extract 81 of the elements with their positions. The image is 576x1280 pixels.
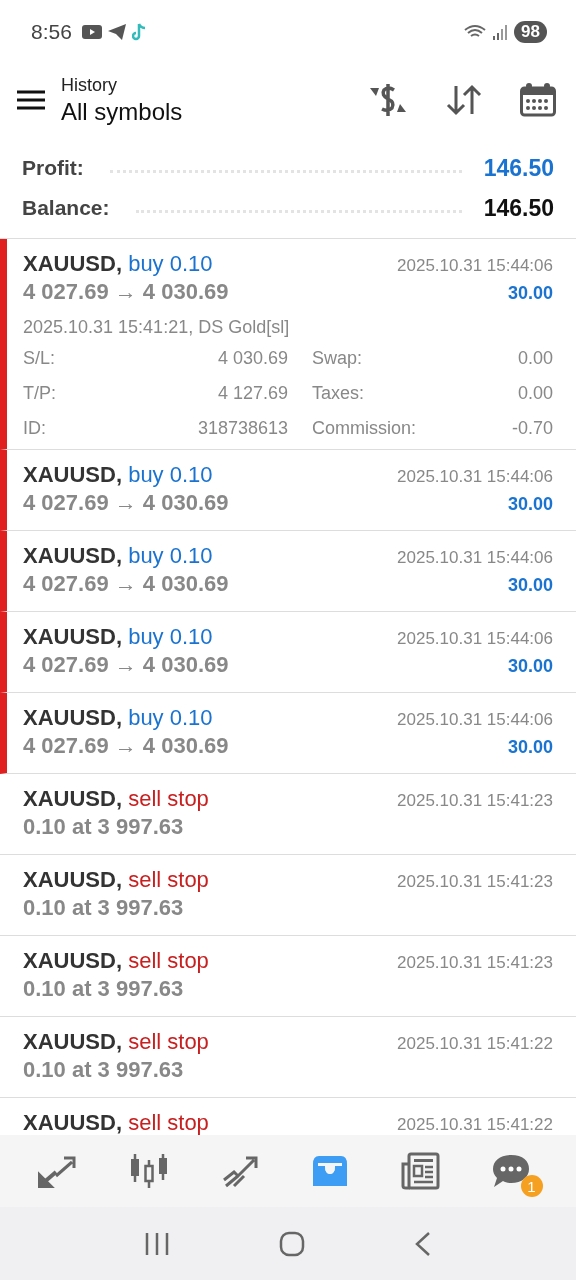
newspaper-icon xyxy=(399,1152,440,1190)
header-title[interactable]: All symbols xyxy=(61,97,183,126)
trade-prices: 4 027.69 → 4 030.69 xyxy=(23,733,229,759)
detail-value: 0.00 xyxy=(516,383,553,404)
history-row[interactable]: XAUUSD, buy 0.10 2025.10.31 15:44:06 4 027.69 → 4 030.69 30.00 xyxy=(0,450,576,531)
sort-icon[interactable] xyxy=(446,84,482,116)
trade-time: 2025.10.31 15:41:23 xyxy=(397,872,553,892)
trade-prices: 4 027.69 → 4 030.69 xyxy=(23,490,229,516)
music-note-icon xyxy=(131,23,146,41)
history-row[interactable]: XAUUSD, buy 0.10 2025.10.31 15:44:06 4 027.69 → 4 030.69 30.00 xyxy=(0,693,576,774)
trade-title: XAUUSD, buy 0.10 xyxy=(23,624,213,650)
trade-time: 2025.10.31 15:41:22 xyxy=(397,1115,553,1135)
trade-time: 2025.10.31 15:44:06 xyxy=(397,256,553,276)
calendar-icon[interactable] xyxy=(520,83,556,117)
trade-time: 2025.10.31 15:44:06 xyxy=(397,467,553,487)
status-time: 8:56 xyxy=(31,20,72,44)
trade-profit: 30.00 xyxy=(507,494,553,515)
trade-time: 2025.10.31 15:41:23 xyxy=(397,791,553,811)
history-row[interactable]: XAUUSD, sell stop 2025.10.31 15:41:23 0.10 at 3 997.63 xyxy=(0,936,576,1017)
detail-value: 4 030.69 xyxy=(216,348,288,369)
trade-title: XAUUSD, sell stop xyxy=(23,786,209,812)
notification-badge: 1 xyxy=(520,1175,543,1197)
trade-title: XAUUSD, buy 0.10 xyxy=(23,543,213,569)
battery-indicator: 98 xyxy=(514,21,547,43)
recent-apps-icon[interactable] xyxy=(144,1231,171,1256)
trade-time: 2025.10.31 15:44:06 xyxy=(397,710,553,730)
detail-label: ID: xyxy=(23,418,47,439)
detail-value: 0.00 xyxy=(516,348,553,369)
detail-label: Commission: xyxy=(312,418,418,439)
trade-time: 2025.10.31 15:44:06 xyxy=(397,629,553,649)
detail-label: Swap: xyxy=(312,348,364,369)
trade-title: XAUUSD, buy 0.10 xyxy=(23,462,213,488)
trade-time: 2025.10.31 15:41:23 xyxy=(397,953,553,973)
detail-label: Taxes: xyxy=(312,383,366,404)
trade-profit: 30.00 xyxy=(507,656,553,677)
inbox-icon xyxy=(310,1154,349,1188)
trade-title: XAUUSD, buy 0.10 xyxy=(23,251,213,277)
detail-value: 318738613 xyxy=(196,418,288,439)
detail-value: 4 127.69 xyxy=(216,383,288,404)
trade-time: 2025.10.31 15:44:06 xyxy=(397,548,553,568)
video-icon xyxy=(81,25,102,39)
detail-value: -0.70 xyxy=(510,418,553,439)
trade-prices: 0.10 at 3 997.63 xyxy=(23,895,184,921)
trade-profit: 30.00 xyxy=(507,737,553,758)
history-row[interactable]: XAUUSD, buy 0.10 2025.10.31 15:44:06 4 027.69 → 4 030.69 30.00 2025.10.31 15:41:21, DS Gold[sl] S/L: 4 030.69 Swap: 0.00 T/P: 4 127.69 Taxes: 0.00 ID: 318738613 Commission: -0.70 xyxy=(0,239,576,450)
header-subtitle: History xyxy=(61,74,118,96)
history-row[interactable]: XAUUSD, buy 0.10 2025.10.31 15:44:06 4 027.69 → 4 030.69 30.00 xyxy=(0,531,576,612)
candlestick-icon xyxy=(128,1152,169,1190)
detail-label: T/P: xyxy=(23,383,57,404)
trade-prices: 0.10 at 3 997.63 xyxy=(23,976,184,1002)
history-row[interactable]: XAUUSD, sell stop 2025.10.31 15:41:23 0.10 at 3 997.63 xyxy=(0,774,576,855)
wifi-icon xyxy=(464,24,487,40)
summary-value: 146.50 xyxy=(483,194,554,222)
trade-title: XAUUSD, sell stop xyxy=(23,948,209,974)
paper-plane-icon xyxy=(107,24,126,40)
trade-profit: 30.00 xyxy=(507,283,553,304)
back-icon[interactable] xyxy=(413,1230,432,1257)
summary-label: Profit: xyxy=(22,156,84,180)
menu-icon[interactable] xyxy=(17,90,45,110)
trade-title: XAUUSD, sell stop xyxy=(23,867,209,893)
trade-title: XAUUSD, sell stop xyxy=(23,1110,209,1135)
summary-label: Balance: xyxy=(22,196,110,220)
diagonal-arrows-icon xyxy=(37,1154,78,1188)
trade-title: XAUUSD, sell stop xyxy=(23,1029,209,1055)
history-row[interactable]: XAUUSD, buy 0.10 2025.10.31 15:44:06 4 027.69 → 4 030.69 30.00 xyxy=(0,612,576,693)
signal-icon xyxy=(492,24,509,40)
trade-prices: 4 027.69 → 4 030.69 xyxy=(23,571,229,597)
trade-prices: 0.10 at 3 997.63 xyxy=(23,814,184,840)
trade-prices: 0.10 at 3 997.63 xyxy=(23,1057,184,1083)
trade-prices: 4 027.69 → 4 030.69 xyxy=(23,652,229,678)
detail-label: S/L: xyxy=(23,348,57,369)
trade-profit: 30.00 xyxy=(507,575,553,596)
home-icon[interactable] xyxy=(279,1230,305,1257)
trade-prices: 4 027.69 → 4 030.69 xyxy=(23,279,229,305)
history-row[interactable]: XAUUSD, sell stop 2025.10.31 15:41:23 0.10 at 3 997.63 xyxy=(0,855,576,936)
dollar-exchange-icon[interactable] xyxy=(368,82,408,118)
trade-time: 2025.10.31 15:41:22 xyxy=(397,1034,553,1054)
trade-title: XAUUSD, buy 0.10 xyxy=(23,705,213,731)
trade-info: 2025.10.31 15:41:21, DS Gold[sl] xyxy=(23,317,291,338)
history-row[interactable]: XAUUSD, sell stop 2025.10.31 15:41:22 0.10 at 3 997.63 xyxy=(0,1017,576,1098)
summary-value: 146.50 xyxy=(483,154,554,182)
